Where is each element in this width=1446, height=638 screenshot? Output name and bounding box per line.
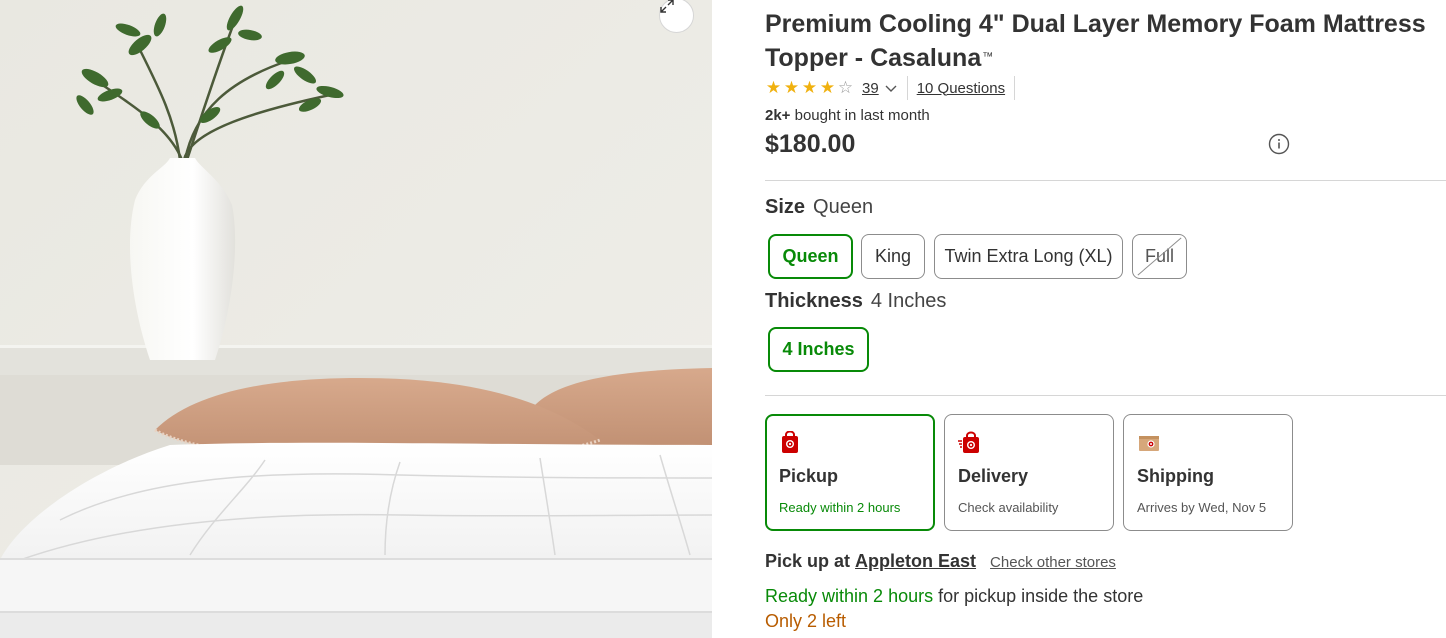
price: $180.00: [765, 130, 856, 158]
thickness-label: Thickness 4 Inches: [765, 290, 946, 313]
expand-icon: [660, 0, 674, 13]
divider: [906, 76, 908, 100]
fulfillment-pickup-card[interactable]: Pickup Ready within 2 hours: [765, 414, 935, 531]
product-title-text: Premium Cooling 4" Dual Layer Memory Foa…: [765, 10, 1426, 72]
size-option-full-unavailable[interactable]: Full: [1132, 234, 1187, 279]
bought-recently: 2k+ bought in last month: [765, 107, 930, 124]
divider: [1014, 76, 1016, 100]
divider: [765, 395, 1446, 396]
star-full-icon: ★: [801, 78, 818, 97]
star-half-icon: ★: [819, 78, 836, 97]
thickness-option-4-inches[interactable]: 4 Inches: [768, 327, 869, 372]
pickup-detail: Ready within 2 hours: [779, 500, 901, 515]
shipping-detail: Arrives by Wed, Nov 5: [1137, 500, 1267, 515]
size-label-key: Size: [765, 196, 806, 218]
product-title: Premium Cooling 4" Dual Layer Memory Foa…: [765, 8, 1445, 75]
ready-text: for pickup inside the store: [933, 586, 1144, 606]
fulfillment-delivery-card[interactable]: Delivery Check availability: [944, 414, 1114, 531]
chevron-down-icon[interactable]: [884, 81, 898, 95]
unavailable-slash-icon: [1137, 237, 1182, 276]
size-option-king[interactable]: King: [861, 234, 925, 279]
delivery-title: Delivery: [958, 466, 1029, 486]
fulfillment-shipping-card[interactable]: Shipping Arrives by Wed, Nov 5: [1123, 414, 1293, 531]
star-full-icon: ★: [783, 78, 800, 97]
star-empty-icon: ☆: [837, 78, 854, 97]
thickness-label-key: Thickness: [765, 290, 863, 312]
size-option-queen[interactable]: Queen: [768, 234, 853, 279]
pickup-at-label: Pick up at: [765, 551, 851, 571]
divider: [765, 180, 1446, 181]
stock-status: Only 2 left: [765, 611, 847, 631]
size-selected-value: Queen: [813, 196, 874, 218]
size-option-twin-xl[interactable]: Twin Extra Long (XL): [934, 234, 1123, 279]
rating-count-link[interactable]: 39: [862, 80, 879, 97]
product-photo: [0, 0, 712, 638]
shipping-box-icon: [1139, 436, 1159, 451]
ready-time: Ready within 2 hours: [765, 586, 934, 606]
product-image[interactable]: [0, 0, 712, 638]
bought-text: bought in last month: [790, 107, 930, 124]
star-full-icon: ★: [765, 78, 782, 97]
delivery-bag-icon: [958, 431, 979, 453]
size-label: Size Queen: [765, 196, 873, 219]
check-other-stores-link[interactable]: Check other stores: [990, 554, 1116, 571]
rating-row: ★ ★ ★ ★ ☆ 39 10 Questions: [765, 76, 1024, 100]
thickness-selected-value: 4 Inches: [870, 290, 947, 312]
pickup-ready-status: Ready within 2 hours for pickup inside t…: [765, 586, 1143, 607]
trademark-symbol: ™: [982, 51, 994, 63]
delivery-detail: Check availability: [958, 500, 1059, 515]
pickup-store-icon: [782, 431, 798, 453]
shipping-title: Shipping: [1137, 466, 1214, 486]
bought-count: 2k+: [765, 107, 791, 124]
questions-link[interactable]: 10 Questions: [917, 80, 1005, 97]
pickup-title: Pickup: [779, 466, 839, 486]
pickup-location: Pick up at Appleton East Check other sto…: [765, 551, 1116, 572]
store-name-link[interactable]: Appleton East: [855, 551, 976, 572]
star-rating[interactable]: ★ ★ ★ ★ ☆: [765, 78, 854, 98]
info-icon[interactable]: [1268, 133, 1290, 155]
